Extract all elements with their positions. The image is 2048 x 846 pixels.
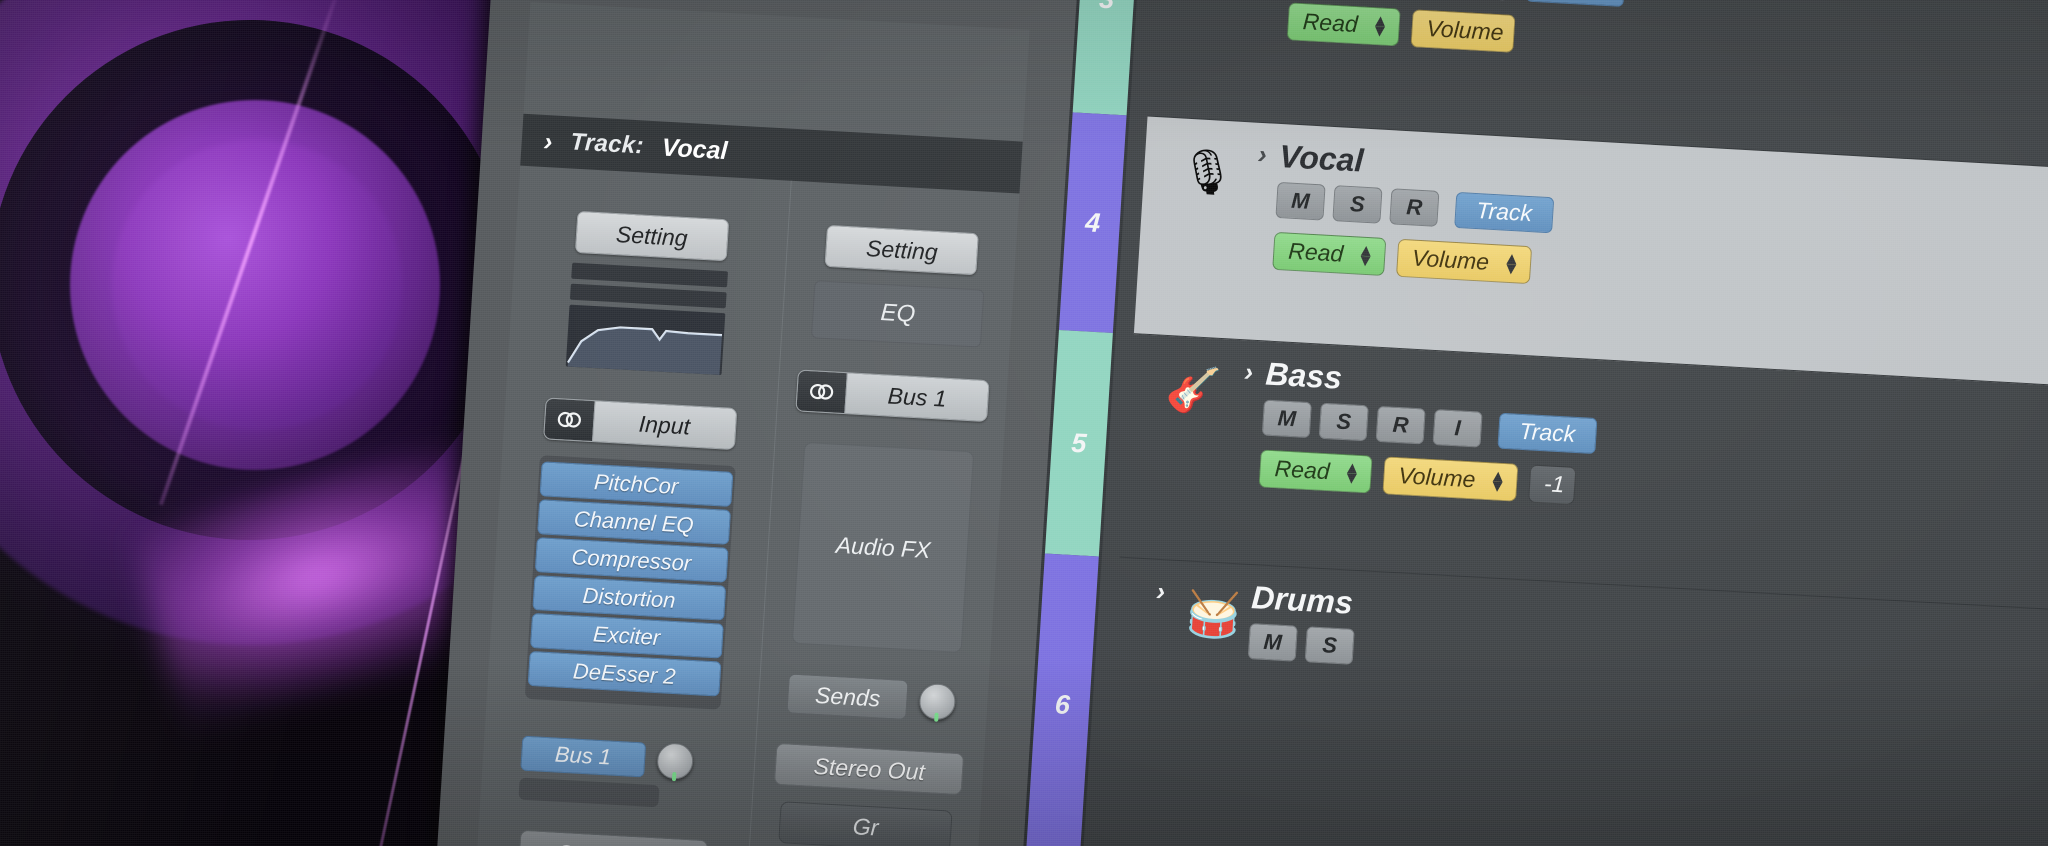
mute-button[interactable]: M	[1275, 181, 1326, 221]
record-button[interactable]: R	[1389, 187, 1440, 227]
eq-bar-second	[569, 283, 727, 309]
record-button[interactable]: R	[1375, 405, 1426, 445]
automation-parameter-popup[interactable]: Volume ▲ ▼	[1382, 455, 1519, 502]
send-slot-empty[interactable]	[518, 777, 660, 808]
disclosure-chevron-icon[interactable]: ›	[543, 126, 554, 156]
track-number[interactable]: 4	[1058, 112, 1127, 333]
track-row[interactable]: › 🥁 Drums M S	[1100, 557, 2048, 846]
output-slot[interactable]: Stereo Out	[774, 742, 965, 796]
automation-mode-label: Read	[1302, 8, 1359, 38]
inspector-panel: › Track: Vocal Setting Input PitchCor Ch…	[465, 1, 1030, 846]
automation-parameter-label: Volume	[1411, 244, 1490, 275]
automation-mode-popup[interactable]: Read ▲ ▼	[1286, 1, 1401, 47]
track-disclosure-chevron-icon[interactable]: ›	[1230, 356, 1266, 395]
send-slot-bus1[interactable]: Bus 1	[519, 735, 646, 777]
sends-slot[interactable]: Sends	[786, 673, 909, 721]
sends-section: Bus 1	[518, 735, 718, 811]
automation-mode-label: Read	[1273, 455, 1331, 485]
stepper-arrows-icon: ▲ ▼	[1502, 248, 1521, 279]
automation-value-field[interactable]: -1	[1527, 464, 1577, 505]
screenshot-root: › Track: Vocal Setting Input PitchCor Ch…	[0, 0, 2048, 846]
stepper-arrows-icon: ▲ ▼	[1342, 457, 1362, 488]
send-slot-row: Bus 1	[519, 735, 718, 782]
track-automation-button[interactable]: Track	[1525, 0, 1626, 7]
output-slot[interactable]: Stereo Out	[517, 829, 708, 846]
track-icon-vocal[interactable]: 🎙	[1168, 134, 1247, 212]
eq-curve-display[interactable]	[565, 304, 726, 376]
track-number[interactable]: 3	[1072, 0, 1142, 116]
track-main: Synth Stab M S R I Track Read ▲▼	[1286, 0, 2048, 90]
stereo-link-icon	[543, 398, 596, 442]
drum-kit-icon: 🥁	[1184, 589, 1243, 642]
send-level-knob[interactable]	[655, 742, 694, 781]
stereo-link-icon	[796, 370, 849, 414]
input-label: Bus 1	[887, 382, 948, 412]
solo-button[interactable]: S	[1318, 402, 1369, 441]
automation-parameter-label: Volume	[1397, 462, 1477, 493]
track-list-panel: 3 4 5 6 ♫ › Synth Stab M S	[1010, 0, 2048, 846]
microphone-icon: 🎙	[1177, 146, 1237, 199]
track-number[interactable]: 5	[1044, 329, 1113, 557]
automation-mode-label: Read	[1287, 237, 1345, 267]
input-label: Input	[638, 410, 691, 439]
audio-fx-area[interactable]: Audio FX	[791, 441, 975, 654]
solo-button[interactable]: S	[1304, 625, 1355, 665]
eq-curve-icon	[566, 326, 722, 376]
track-main: Vocal M S R Track Read ▲ ▼ Volume ▲ ▼	[1272, 138, 2048, 320]
stepper-arrows-icon: ▲ ▼	[1488, 465, 1508, 496]
track-main: Bass M S R I Track Read ▲ ▼ Volume ▲ ▼ -…	[1258, 356, 2048, 538]
eq-thumbnail[interactable]	[565, 262, 728, 376]
track-number[interactable]: 6	[1026, 553, 1099, 846]
stepper-arrows-icon: ▲ ▼	[1370, 10, 1390, 41]
track-disclosure-chevron-icon[interactable]: ›	[1244, 138, 1280, 177]
plugin-slot[interactable]: DeEsser 2	[527, 650, 722, 697]
input-monitor-button[interactable]: I	[1432, 408, 1483, 448]
group-slot[interactable]: Gr	[778, 801, 953, 846]
automation-parameter-label: Volume	[1425, 15, 1505, 46]
solo-button[interactable]: S	[1332, 184, 1383, 224]
speaker-dome	[112, 140, 402, 430]
bass-guitar-icon: 🎸	[1164, 364, 1223, 417]
channel-strip-1: Setting Input PitchCor Channel EQ Compre…	[466, 166, 791, 846]
eq-bar-top	[570, 262, 728, 288]
sends-row: Sends	[786, 673, 961, 723]
track-icon-bass[interactable]: 🎸	[1154, 352, 1233, 430]
track-rows: ♫ › Synth Stab M S R I Track	[1088, 0, 2048, 846]
automation-parameter-popup[interactable]: Volume	[1410, 8, 1516, 53]
automation-mode-popup[interactable]: Read ▲ ▼	[1258, 448, 1373, 494]
track-automation-button[interactable]: Track	[1497, 412, 1598, 454]
input-slot[interactable]: Bus 1	[795, 369, 990, 423]
input-slot[interactable]: Input	[542, 397, 738, 451]
track-icon-drums[interactable]: 🥁	[1174, 577, 1253, 655]
daw-screen: › Track: Vocal Setting Input PitchCor Ch…	[425, 0, 2048, 846]
eq-slot[interactable]: EQ	[811, 280, 985, 348]
audio-fx-slots: PitchCor Channel EQ Compressor Distortio…	[524, 455, 736, 710]
track-disclosure-chevron-icon[interactable]: ›	[1142, 575, 1178, 614]
sends-level-knob[interactable]	[918, 682, 957, 721]
track-automation-button[interactable]: Track	[1454, 191, 1555, 233]
inspector-header-track-name: Vocal	[660, 133, 729, 165]
automation-parameter-popup[interactable]: Volume ▲ ▼	[1395, 238, 1532, 284]
stepper-arrows-icon: ▲ ▼	[1356, 240, 1375, 270]
channel-strips: Setting Input PitchCor Channel EQ Compre…	[466, 166, 1020, 846]
inspector-header-label: Track:	[569, 128, 645, 160]
automation-mode-popup[interactable]: Read ▲ ▼	[1272, 231, 1387, 276]
setting-button[interactable]: Setting	[574, 210, 729, 262]
setting-button[interactable]: Setting	[824, 224, 980, 276]
mute-button[interactable]: M	[1261, 399, 1312, 438]
mute-button[interactable]: M	[1247, 622, 1298, 662]
